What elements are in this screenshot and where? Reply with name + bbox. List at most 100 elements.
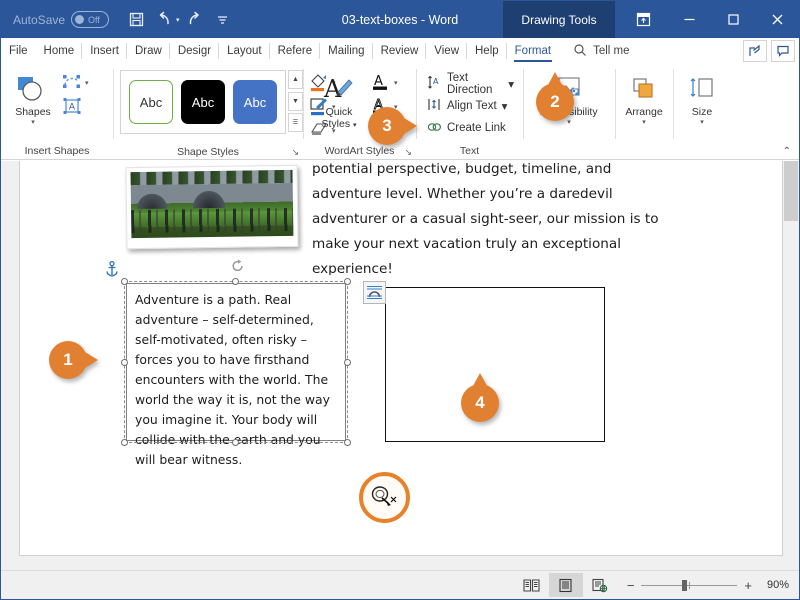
create-link-button[interactable]: Create Link	[423, 117, 510, 139]
text-fill-caret[interactable]: ▾	[394, 79, 398, 87]
contextual-tab-drawing-tools: Drawing Tools	[503, 1, 615, 38]
zoom-level-label[interactable]: 90%	[759, 579, 789, 591]
zoom-out-button[interactable]: −	[627, 578, 635, 593]
resize-handle-sw[interactable]	[121, 439, 128, 446]
callout-badge-2: 2	[536, 83, 574, 121]
read-mode-button[interactable]	[515, 573, 549, 597]
arrange-button[interactable]: Arrange ▾	[620, 70, 668, 127]
tab-mailings[interactable]: Mailing	[320, 38, 372, 64]
tab-review[interactable]: Review	[373, 38, 427, 64]
edit-shape-caret[interactable]: ▾	[85, 79, 89, 87]
resize-handle-nw[interactable]	[121, 278, 128, 285]
tab-design[interactable]: Desigr	[170, 38, 219, 64]
save-icon[interactable]	[123, 7, 149, 33]
size-dropdown-icon[interactable]: ▾	[700, 118, 704, 127]
ribbon-display-options-icon[interactable]	[623, 1, 663, 38]
tab-draw-label: Draw	[135, 45, 162, 57]
quick-styles-dropdown-icon[interactable]: ▾	[353, 122, 357, 129]
resize-handle-w[interactable]	[121, 359, 128, 366]
arrange-dropdown-icon[interactable]: ▾	[642, 118, 646, 127]
create-link-label: Create Link	[447, 122, 506, 134]
tab-home[interactable]: Home	[36, 38, 83, 64]
vertical-scrollbar-thumb[interactable]	[784, 161, 798, 221]
redo-icon[interactable]	[182, 7, 208, 33]
text-fill-button[interactable]: A ▾	[369, 72, 400, 94]
undo-dropdown-icon[interactable]: ▾	[176, 16, 180, 24]
tab-insert[interactable]: Insert	[82, 38, 127, 64]
shape-styles-group-label: Shape Styles ↘	[113, 144, 303, 159]
autosave-switch[interactable]: Off	[71, 11, 109, 28]
comment-icon[interactable]	[771, 40, 795, 62]
gallery-more-icon[interactable]: ☰	[288, 113, 303, 132]
wordart-styles-dialog-launcher[interactable]: ↘	[404, 147, 412, 158]
shape-styles-gallery[interactable]: Abc Abc Abc	[120, 70, 286, 134]
tab-bar-right-buttons	[743, 40, 795, 62]
tab-format[interactable]: Format	[507, 38, 559, 64]
tell-me-box[interactable]: Tell me	[573, 38, 629, 64]
close-icon[interactable]	[755, 1, 799, 38]
status-bar: − + 90%	[1, 570, 799, 599]
callout-4-tail	[473, 373, 487, 386]
scroll-up-glyph: ▲	[292, 76, 299, 83]
shapes-button[interactable]: Shapes ▾	[6, 70, 60, 127]
layout-options-icon[interactable]	[363, 281, 386, 304]
body-paragraph[interactable]: potential perspective, budget, timeline,…	[312, 161, 672, 275]
align-text-button[interactable]: Align Text ▾	[423, 95, 511, 117]
text-direction-button[interactable]: A Text Direction ▾	[423, 73, 518, 95]
shape-styles-dialog-launcher[interactable]: ↘	[291, 147, 299, 158]
shape-style-outline-green[interactable]: Abc	[129, 80, 173, 124]
web-layout-button[interactable]	[583, 573, 617, 597]
edit-shape-button[interactable]: ▾	[60, 72, 91, 94]
resize-handle-e[interactable]	[344, 359, 351, 366]
text-direction-caret[interactable]: ▾	[508, 77, 514, 91]
align-text-caret[interactable]: ▾	[502, 99, 508, 113]
park-photo[interactable]	[125, 165, 298, 249]
autosave-toggle[interactable]: AutoSave Off	[13, 11, 109, 28]
zoom-slider-knob[interactable]	[682, 580, 687, 591]
accessibility-dropdown-icon[interactable]: ▾	[567, 118, 571, 127]
tab-help[interactable]: Help	[467, 38, 507, 64]
collapse-ribbon-icon[interactable]: ⌃	[783, 146, 791, 157]
ribbon-group-insert-shapes: Shapes ▾ ▾ A	[1, 65, 113, 159]
callout-badge-1: 1	[49, 341, 87, 379]
minimize-icon[interactable]	[667, 1, 711, 38]
gallery-more-glyph: ☰	[293, 119, 298, 126]
quick-access-more-icon[interactable]	[210, 7, 236, 33]
text-box-2[interactable]	[385, 287, 605, 442]
shape-style-filled-blue[interactable]: Abc	[233, 80, 277, 124]
draw-text-box-button[interactable]: A	[60, 96, 91, 118]
callout-4-number: 4	[475, 393, 484, 413]
quick-styles-button[interactable]: A Quick Styles ▾	[311, 70, 367, 132]
resize-handle-ne[interactable]	[344, 278, 351, 285]
shape-style-2-label: Abc	[192, 95, 214, 110]
document-page[interactable]: potential perspective, budget, timeline,…	[19, 161, 783, 556]
tab-references[interactable]: Refere	[270, 38, 321, 64]
size-button[interactable]: Size ▾	[678, 70, 726, 127]
vertical-scrollbar[interactable]	[783, 161, 799, 570]
tab-file[interactable]: File	[1, 38, 36, 64]
zoom-slider[interactable]	[641, 585, 737, 586]
resize-handle-s[interactable]	[232, 439, 239, 446]
tab-draw[interactable]: Draw	[127, 38, 170, 64]
tab-view[interactable]: View	[426, 38, 467, 64]
share-icon[interactable]	[743, 40, 767, 62]
print-layout-button[interactable]	[549, 573, 583, 597]
quick-styles-label-2-text: Styles	[321, 118, 350, 130]
tab-layout[interactable]: Layout	[219, 38, 270, 64]
word-window: AutoSave Off ▾ 03-text-boxes - Word Dr	[0, 0, 800, 600]
callout-1-number: 1	[63, 350, 72, 370]
gallery-scroll-down-icon[interactable]: ▼	[288, 92, 303, 111]
rotate-handle-icon[interactable]	[231, 259, 245, 278]
gallery-scroll-up-icon[interactable]: ▲	[288, 70, 303, 89]
link-pour-cursor-icon	[359, 472, 410, 523]
resize-handle-n[interactable]	[232, 278, 239, 285]
undo-icon[interactable]	[151, 7, 177, 33]
resize-handle-se[interactable]	[344, 439, 351, 446]
edit-shape-icon	[62, 73, 82, 94]
draw-text-box-icon: A	[62, 97, 82, 118]
text-box-1[interactable]: Adventure is a path. Real adventure – se…	[126, 283, 346, 441]
restore-icon[interactable]	[711, 1, 755, 38]
shape-style-filled-black[interactable]: Abc	[181, 80, 225, 124]
zoom-in-button[interactable]: +	[744, 578, 752, 593]
shapes-dropdown-icon[interactable]: ▾	[31, 118, 35, 127]
